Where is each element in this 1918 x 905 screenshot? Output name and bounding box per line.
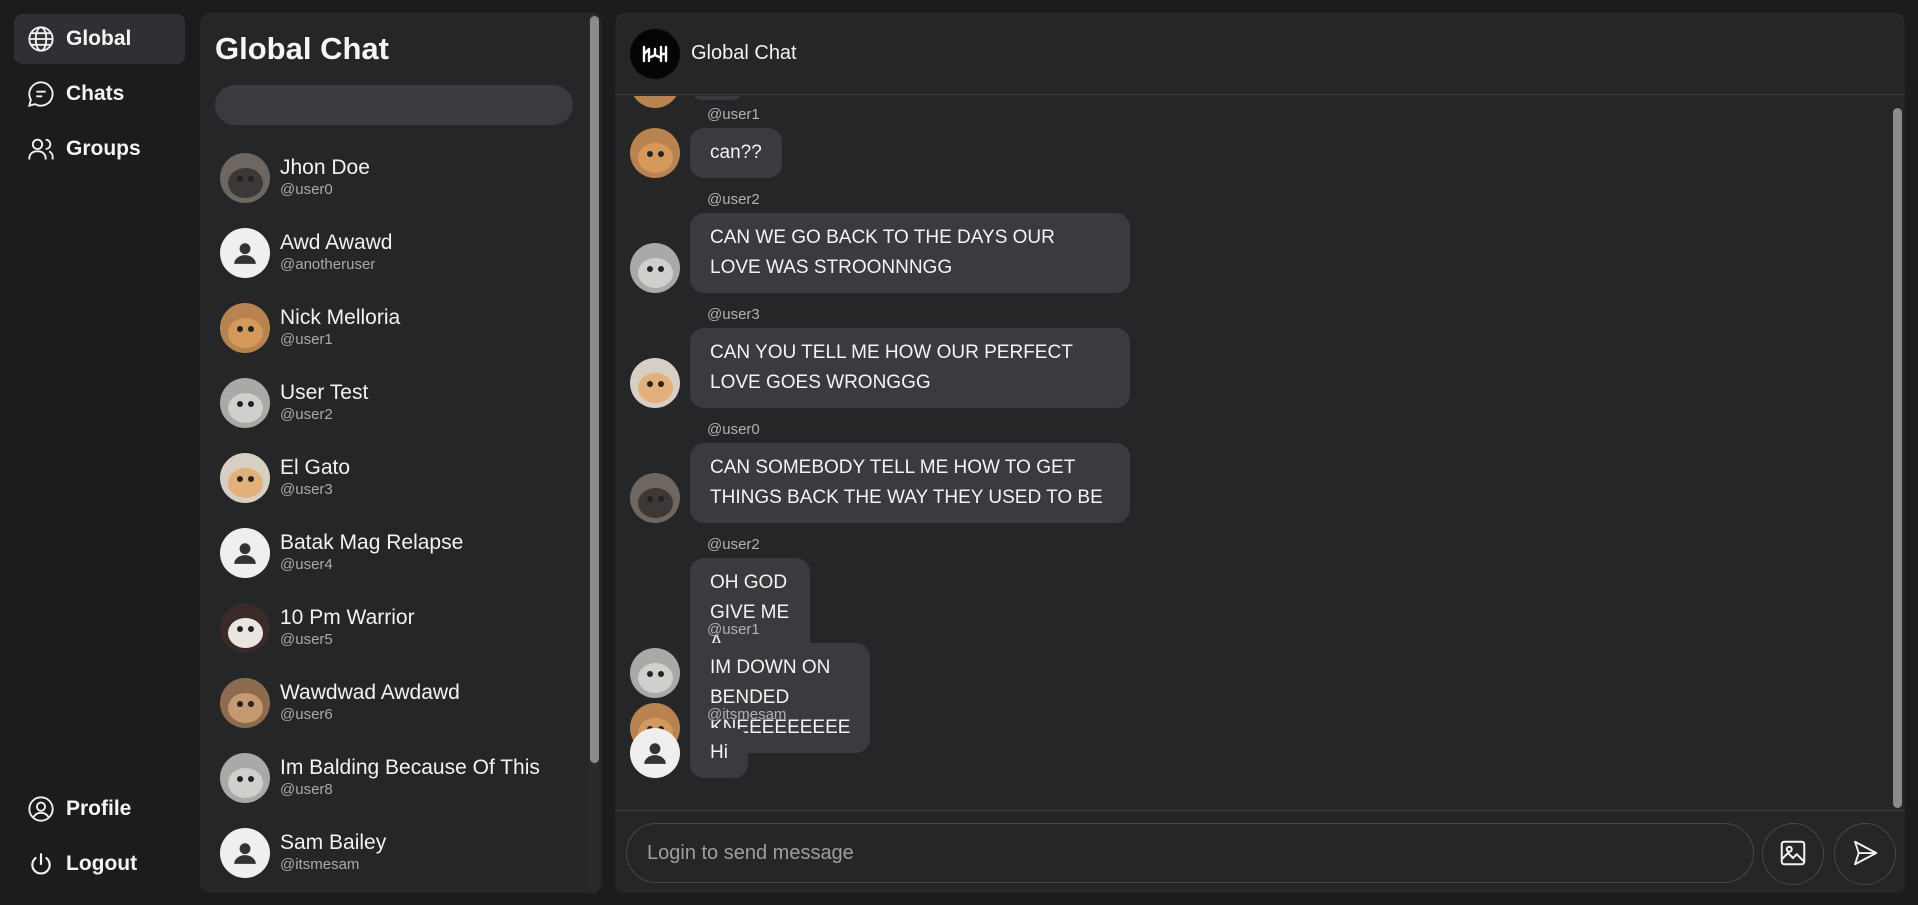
avatar — [630, 96, 680, 108]
chat-panel: Global Chat @user1 can?? @user2 CAN WE G… — [615, 13, 1905, 893]
message-handle: @user1 — [707, 106, 760, 123]
avatar — [220, 378, 270, 428]
user-list-item[interactable]: El Gato @user3 — [220, 448, 580, 508]
message-bubble: CAN WE GO BACK TO THE DAYS OUR LOVE WAS … — [690, 213, 1130, 293]
user-name: Sam Bailey — [280, 831, 387, 854]
nav-item-logout[interactable]: Logout — [14, 839, 185, 889]
message-handle: @user2 — [707, 191, 760, 208]
image-icon — [1778, 838, 1808, 871]
users-icon — [26, 134, 56, 164]
avatar — [220, 678, 270, 728]
avatar — [630, 728, 680, 778]
send-button[interactable] — [1834, 823, 1896, 885]
message-handle: @itsmesam — [707, 706, 787, 723]
avatar — [630, 128, 680, 178]
nav-item-groups[interactable]: Groups — [14, 124, 185, 174]
user-handle: @user6 — [280, 706, 333, 723]
power-icon — [26, 849, 56, 879]
user-list-item[interactable]: Nick Melloria @user1 — [220, 298, 580, 358]
message-bubble: CAN SOMEBODY TELL ME HOW TO GET THINGS B… — [690, 443, 1130, 523]
user-list-item[interactable]: User Test @user2 — [220, 373, 580, 433]
message-composer — [615, 810, 1905, 893]
message-handle: @user2 — [707, 536, 760, 553]
user-name: Im Balding Because Of This — [280, 756, 540, 779]
user-list-panel: Global Chat Jhon Doe @user0 Awd Awawd @ano… — [200, 13, 602, 893]
user-name: Wawdwad Awdawd — [280, 681, 460, 704]
chat-scrollbar[interactable] — [1893, 95, 1903, 813]
message-bubble: can?? — [690, 128, 782, 178]
user-list-item[interactable]: Batak Mag Relapse @user4 — [220, 523, 580, 583]
user-name: El Gato — [280, 456, 351, 479]
side-nav: Global Chats Groups Profile Logout — [0, 0, 196, 905]
user-handle: @itsmesam — [280, 856, 360, 873]
avatar — [220, 528, 270, 578]
user-handle: @user5 — [280, 631, 333, 648]
avatar — [220, 153, 270, 203]
avatar — [220, 453, 270, 503]
user-circle-icon — [26, 794, 56, 824]
user-handle: @user3 — [280, 481, 333, 498]
user-name: User Test — [280, 381, 369, 404]
message-bubble: Hi — [690, 728, 748, 778]
message-bubble — [692, 96, 742, 100]
user-list-item[interactable]: 10 Pm Warrior @user5 — [220, 598, 580, 658]
user-name: Awd Awawd — [280, 231, 393, 254]
globe-icon — [26, 24, 56, 54]
message-handle: @user1 — [707, 621, 760, 638]
user-handle: @user8 — [280, 781, 333, 798]
nav-label: Groups — [66, 137, 141, 160]
user-list-item[interactable]: Wawdwad Awdawd @user6 — [220, 673, 580, 733]
user-handle: @user1 — [280, 331, 333, 348]
user-handle: @anotheruser — [280, 256, 376, 273]
chat-bubble-icon — [26, 79, 56, 109]
message-bubble: CAN YOU TELL ME HOW OUR PERFECT LOVE GOE… — [690, 328, 1130, 408]
search-input[interactable] — [215, 85, 573, 125]
nav-item-profile[interactable]: Profile — [14, 784, 185, 834]
avatar — [220, 828, 270, 878]
user-list-item[interactable]: Awd Awawd @anotheruser — [220, 223, 580, 283]
user-list-item[interactable]: Im Balding Because Of This @user8 — [220, 748, 580, 808]
avatar — [220, 603, 270, 653]
nav-label: Profile — [66, 797, 132, 820]
nav-label: Global — [66, 27, 132, 50]
user-name: Batak Mag Relapse — [280, 531, 464, 554]
avatar — [220, 303, 270, 353]
user-handle: @user4 — [280, 556, 333, 573]
message-input[interactable] — [626, 823, 1754, 883]
nav-item-global[interactable]: Global — [14, 14, 185, 64]
attach-image-button[interactable] — [1762, 823, 1824, 885]
avatar — [220, 228, 270, 278]
app-logo-icon — [630, 28, 680, 79]
message-list: @user1 can?? @user2 CAN WE GO BACK TO TH… — [615, 96, 1890, 808]
nav-label: Chats — [66, 82, 125, 105]
user-name: 10 Pm Warrior — [280, 606, 415, 629]
user-list-scrollbar[interactable] — [589, 13, 599, 893]
message-handle: @user3 — [707, 306, 760, 323]
avatar — [630, 358, 680, 408]
nav-label: Logout — [66, 852, 138, 875]
chat-title: Global Chat — [691, 42, 797, 64]
nav-item-chats[interactable]: Chats — [14, 69, 185, 119]
avatar — [630, 243, 680, 293]
user-handle: @user0 — [280, 181, 333, 198]
scrollbar-thumb[interactable] — [590, 16, 599, 763]
avatar — [630, 473, 680, 523]
user-list-item[interactable]: Sam Bailey @itsmesam — [220, 823, 580, 883]
scrollbar-thumb[interactable] — [1893, 108, 1902, 808]
page-title: Global Chat — [215, 31, 389, 66]
avatar — [220, 753, 270, 803]
user-handle: @user2 — [280, 406, 333, 423]
user-list-item[interactable]: Jhon Doe @user0 — [220, 148, 580, 208]
user-name: Nick Melloria — [280, 306, 401, 329]
user-name: Jhon Doe — [280, 156, 370, 179]
chat-header: Global Chat — [615, 13, 1905, 95]
message-handle: @user0 — [707, 421, 760, 438]
send-icon — [1850, 838, 1880, 871]
